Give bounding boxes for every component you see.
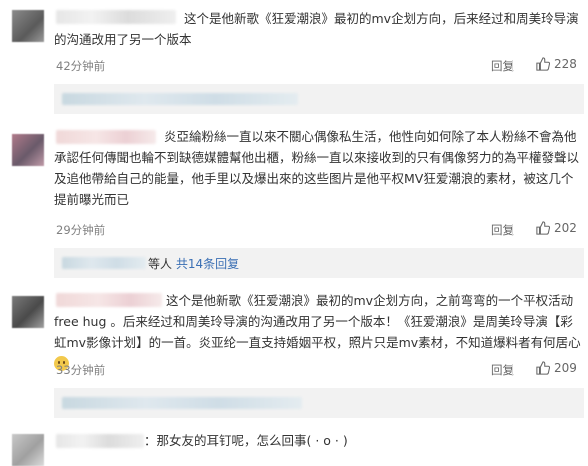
comment-text: ：那女友的耳钉呢，怎么回事( · o · ) (144, 433, 348, 448)
comment-time: 42分钟前 (56, 59, 106, 73)
like-button[interactable]: 209 (536, 361, 577, 375)
avatar[interactable] (12, 434, 44, 466)
reply-button[interactable]: 回复 (491, 362, 514, 378)
comment-body: 这个是他新歌《狂爱潮浪》最初的mv企划方向，之前弯弯的一个平权活动free hu… (54, 293, 581, 350)
like-count: 209 (554, 361, 577, 375)
sub-reply-blurred (62, 93, 298, 105)
sub-reply-prefix: 等人 (148, 257, 173, 271)
like-button[interactable]: 228 (536, 57, 577, 71)
like-count: 202 (554, 221, 577, 235)
thumbs-up-icon (536, 57, 550, 71)
thumbs-up-icon (536, 361, 550, 375)
avatar[interactable] (12, 134, 44, 166)
sub-reply-bar[interactable] (54, 84, 584, 114)
comment-text: 这个是他新歌《狂爱潮浪》最初的mv企划方向，后来经过和周美玲导演的沟通改用了另一… (54, 11, 579, 47)
avatar[interactable] (12, 296, 44, 328)
sub-reply-bar[interactable] (54, 388, 584, 418)
divider (512, 364, 513, 376)
sub-reply-blurred (62, 257, 146, 269)
divider (512, 60, 513, 72)
like-button[interactable]: 202 (536, 221, 577, 235)
sub-reply-summary: 等人 共14条回复 (148, 255, 239, 272)
reply-button[interactable]: 回复 (491, 222, 514, 238)
comment-text: 炎亞綸粉絲一直以來不關心偶像私生活，他性向如何除了本人粉絲不會為他承認任何傳聞也… (54, 129, 580, 207)
divider (512, 224, 513, 236)
like-count: 228 (554, 57, 577, 71)
view-replies-link[interactable]: 共14条回复 (176, 257, 239, 271)
thumbs-up-icon (536, 221, 550, 235)
sub-reply-blurred (62, 397, 302, 409)
avatar[interactable] (12, 10, 44, 42)
reply-button[interactable]: 回复 (491, 58, 514, 74)
comment-time: 29分钟前 (56, 223, 106, 237)
sub-reply-bar[interactable]: 等人 共14条回复 (54, 248, 584, 278)
comment-time: 33分钟前 (56, 363, 106, 377)
